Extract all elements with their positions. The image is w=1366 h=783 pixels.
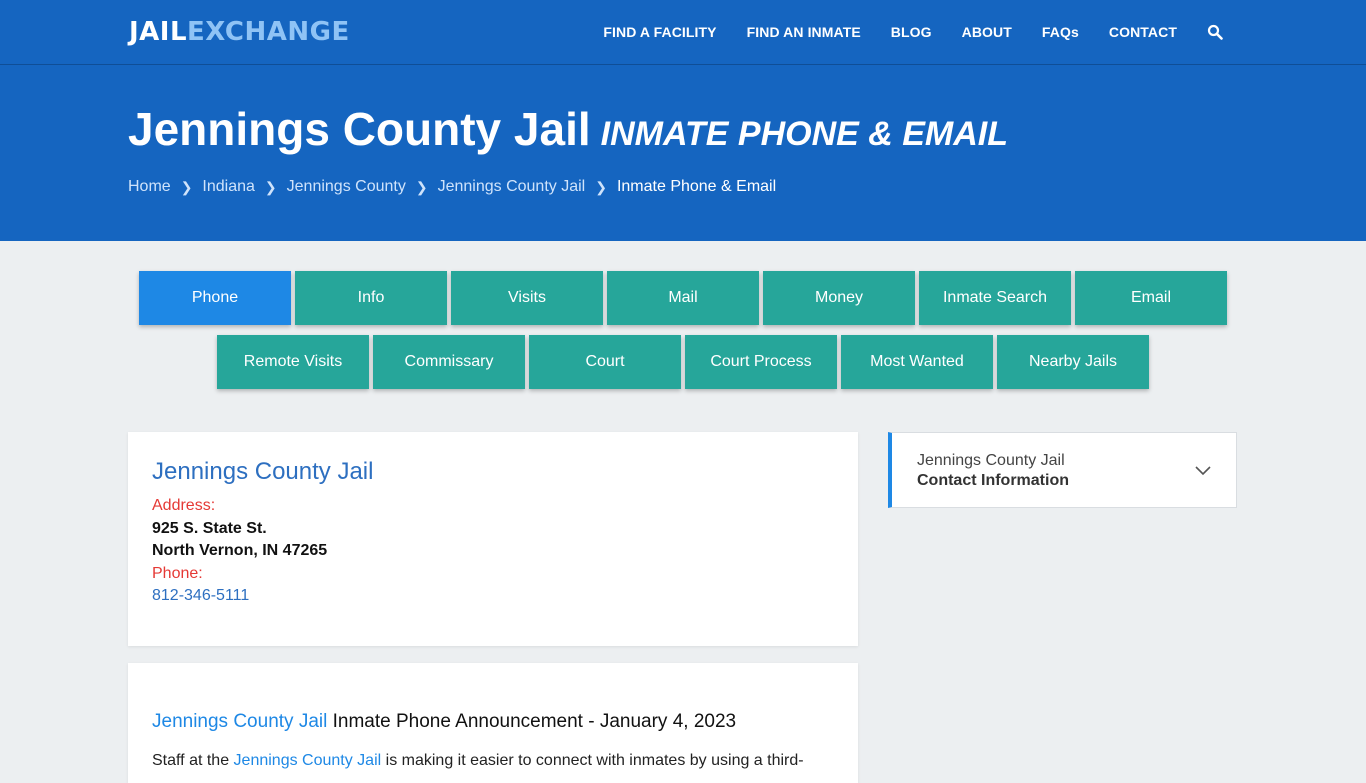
tab-email[interactable]: Email [1075,271,1227,325]
breadcrumb-current: Inmate Phone & Email [616,178,777,195]
tab-inmate-search[interactable]: Inmate Search [919,271,1071,325]
address-line2: North Vernon, IN 47265 [152,542,328,559]
page-title-main: Jennings County Jail [128,103,591,155]
tab-phone[interactable]: Phone [139,271,291,325]
announcement-card: Jennings County Jail Inmate Phone Announ… [128,663,858,783]
top-navbar: JAILEXCHANGE FIND A FACILITY FIND AN INM… [0,0,1366,65]
tab-visits[interactable]: Visits [451,271,603,325]
tab-nearby-jails[interactable]: Nearby Jails [997,335,1149,389]
tabs-row-1: Phone Info Visits Mail Money Inmate Sear… [0,271,1366,325]
page-title-subtitle: INMATE PHONE & EMAIL [600,115,1009,153]
announcement-heading: Jennings County Jail Inmate Phone Announ… [152,711,736,733]
tab-most-wanted[interactable]: Most Wanted [841,335,993,389]
announcement-facility-link[interactable]: Jennings County Jail [152,711,327,732]
announcement-body-post: is making it easier to connect with inma… [381,752,804,769]
nav-find-facility[interactable]: FIND A FACILITY [603,24,716,40]
nav-blog[interactable]: BLOG [891,24,932,40]
tab-remote-visits[interactable]: Remote Visits [217,335,369,389]
phone-label: Phone: [152,565,203,582]
breadcrumb-facility[interactable]: Jennings County Jail [438,178,586,196]
logo-part1: JAIL [129,17,188,47]
site-logo[interactable]: JAILEXCHANGE [129,16,350,48]
breadcrumb-county[interactable]: Jennings County [287,178,406,196]
accordion-title: Jennings County Jail [917,452,1065,469]
nav-faqs[interactable]: FAQs [1042,24,1079,40]
facility-tabs: Phone Info Visits Mail Money Inmate Sear… [0,271,1366,399]
tab-money[interactable]: Money [763,271,915,325]
page-hero: Jennings County Jail INMATE PHONE & EMAIL… [0,65,1366,241]
chevron-right-icon: ❯ [415,178,428,195]
announcement-body: Staff at the Jennings County Jail is mak… [152,752,804,770]
nav-contact[interactable]: CONTACT [1109,24,1177,40]
chevron-right-icon: ❯ [595,178,607,195]
announcement-body-link[interactable]: Jennings County Jail [234,752,382,769]
tabs-row-2: Remote Visits Commissary Court Court Pro… [0,335,1366,389]
search-icon[interactable] [1207,24,1223,40]
page-title: Jennings County Jail INMATE PHONE & EMAIL [128,101,1008,162]
chevron-right-icon: ❯ [180,178,193,195]
nav-find-inmate[interactable]: FIND AN INMATE [747,24,861,40]
tab-commissary[interactable]: Commissary [373,335,525,389]
facility-name: Jennings County Jail [152,458,374,485]
address-label: Address: [152,497,216,514]
logo-part2: EXCHANGE [187,17,350,47]
tab-court[interactable]: Court [529,335,681,389]
breadcrumb: Home ❯ Indiana ❯ Jennings County ❯ Jenni… [128,178,776,196]
breadcrumb-state[interactable]: Indiana [202,178,255,196]
tab-mail[interactable]: Mail [607,271,759,325]
announcement-title: Inmate Phone Announcement - January 4, 2… [327,711,737,732]
accordion-subtitle: Contact Information [917,472,1069,489]
tab-court-process[interactable]: Court Process [685,335,837,389]
tab-info[interactable]: Info [295,271,447,325]
contact-info-accordion[interactable]: Jennings County Jail Contact Information [888,432,1237,508]
chevron-down-icon[interactable] [1194,461,1212,479]
address-line1: 925 S. State St. [152,520,267,537]
nav-about[interactable]: ABOUT [962,24,1012,40]
facility-card: Jennings County Jail Address: 925 S. Sta… [128,432,858,646]
announcement-body-pre: Staff at the [152,752,234,769]
main-nav: FIND A FACILITY FIND AN INMATE BLOG ABOU… [573,0,1223,64]
breadcrumb-home[interactable]: Home [128,178,171,196]
phone-link[interactable]: 812-346-5111 [152,587,249,605]
chevron-right-icon: ❯ [264,178,277,195]
